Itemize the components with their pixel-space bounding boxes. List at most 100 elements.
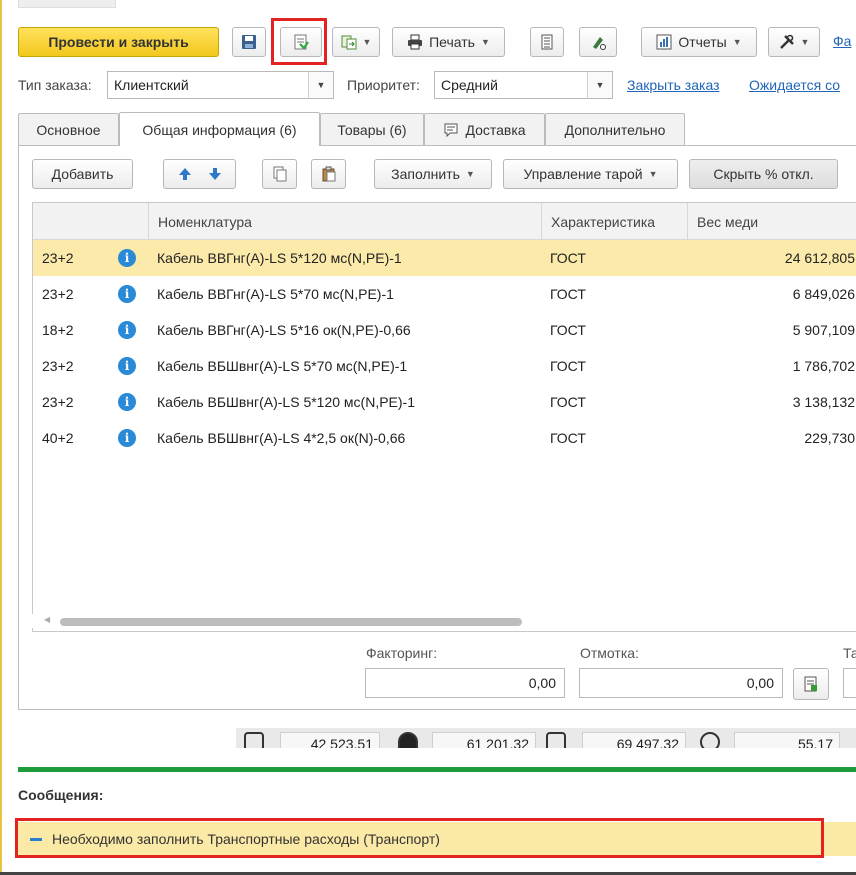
table-row[interactable]: 23+2 i Кабель ВБШвнг(А)-LS 5*120 мс(N,PE)-… xyxy=(33,384,856,420)
unwind-label: Отмотка: xyxy=(580,645,639,661)
sign-button[interactable] xyxy=(579,27,617,57)
pen-sign-icon xyxy=(593,37,606,50)
files-link[interactable]: Фа xyxy=(833,33,851,49)
scroll-left-icon[interactable]: ◀ xyxy=(44,615,50,624)
third-field[interactable] xyxy=(843,668,856,698)
cell-characteristic[interactable]: ГОСТ xyxy=(541,276,687,312)
cell-copper-weight[interactable]: 1 786,702 xyxy=(687,348,856,384)
chat-bubble-icon xyxy=(444,123,458,137)
table-row[interactable]: 23+2 i Кабель ВБШвнг(А)-LS 5*70 мс(N,PE)-1… xyxy=(33,348,856,384)
cell-nomenclature[interactable]: Кабель ВБШвнг(А)-LS 5*70 мс(N,PE)-1 xyxy=(148,348,541,384)
col-icon-header[interactable] xyxy=(107,203,148,240)
expected-link[interactable]: Ожидается со xyxy=(749,77,840,93)
cell-characteristic[interactable]: ГОСТ xyxy=(541,240,687,276)
add-row-button[interactable]: Добавить xyxy=(32,159,133,189)
horizontal-scrollbar[interactable]: ◀ xyxy=(32,614,856,628)
cell-code[interactable]: 23+2 xyxy=(33,240,107,276)
cell-characteristic-text: ГОСТ xyxy=(550,286,586,302)
cell-code[interactable]: 23+2 xyxy=(33,384,107,420)
unwind-select-button[interactable] xyxy=(793,668,829,700)
print-button[interactable]: Печать ▼ xyxy=(392,27,505,57)
post-and-close-button[interactable]: Провести и закрыть xyxy=(18,27,219,57)
cell-info[interactable]: i xyxy=(107,312,148,348)
messages-divider xyxy=(18,767,856,772)
scrollbar-thumb[interactable] xyxy=(60,618,522,626)
fill-button[interactable]: Заполнить ▼ xyxy=(374,159,492,189)
cell-nomenclature-text: Кабель ВБШвнг(А)-LS 5*70 мс(N,PE)-1 xyxy=(157,358,408,374)
cell-copper-weight[interactable]: 6 849,026 xyxy=(687,276,856,312)
info-icon[interactable]: i xyxy=(118,285,136,303)
save-button[interactable] xyxy=(232,27,266,57)
total-box-1: 42 523,51 xyxy=(280,732,380,748)
cell-info[interactable]: i xyxy=(107,276,148,312)
table-row[interactable]: 40+2 i Кабель ВБШвнг(А)-LS 4*2,5 ок(N)-0,6… xyxy=(33,420,856,456)
table-row[interactable]: 23+2 i Кабель ВВГнг(А)-LS 5*120 мс(N,PE)-1… xyxy=(33,240,856,276)
cell-characteristic-text: ГОСТ xyxy=(550,394,586,410)
cell-code[interactable]: 23+2 xyxy=(33,348,107,384)
post-and-close-label: Провести и закрыть xyxy=(48,34,189,50)
tools-button[interactable]: ▼ xyxy=(768,27,820,57)
cell-info[interactable]: i xyxy=(107,420,148,456)
cell-characteristic[interactable]: ГОСТ xyxy=(541,420,687,456)
unwind-field[interactable]: 0,00 xyxy=(579,668,783,698)
col-copper-weight-header[interactable]: Вес меди xyxy=(687,203,856,240)
move-buttons[interactable] xyxy=(163,159,236,189)
factoring-field[interactable]: 0,00 xyxy=(365,668,565,698)
col-code-header[interactable] xyxy=(33,203,107,240)
chevron-down-icon: ▼ xyxy=(480,37,490,47)
cell-code[interactable]: 40+2 xyxy=(33,420,107,456)
cell-characteristic[interactable]: ГОСТ xyxy=(541,384,687,420)
cell-info[interactable]: i xyxy=(107,384,148,420)
cell-copper-weight-text: 24 612,805 xyxy=(784,250,855,266)
col-nomenclature-header[interactable]: Номенклатура xyxy=(148,203,541,240)
order-type-dropdown[interactable]: ▼ xyxy=(308,71,334,99)
cell-copper-weight[interactable]: 3 138,132 xyxy=(687,384,856,420)
info-icon[interactable]: i xyxy=(118,393,136,411)
column-label: Номенклатура xyxy=(158,213,252,230)
cell-info[interactable]: i xyxy=(107,348,148,384)
create-based-on-icon xyxy=(341,35,357,50)
create-based-on-button[interactable]: ▼ xyxy=(332,27,380,57)
order-type-field[interactable]: Клиентский xyxy=(107,71,309,99)
tab-goods[interactable]: Товары (6) xyxy=(320,113,424,145)
cell-characteristic[interactable]: ГОСТ xyxy=(541,348,687,384)
arrow-up-icon[interactable] xyxy=(177,166,193,182)
table-row[interactable]: 18+2 i Кабель ВВГнг(А)-LS 5*16 ок(N,PE)-0,… xyxy=(33,312,856,348)
chevron-down-icon: ▼ xyxy=(732,37,742,47)
tab-delivery[interactable]: Доставка xyxy=(424,113,545,145)
priority-dropdown[interactable]: ▼ xyxy=(587,71,613,99)
tab-general-info[interactable]: Общая информация (6) xyxy=(119,112,320,146)
cell-code[interactable]: 23+2 xyxy=(33,276,107,312)
info-icon[interactable]: i xyxy=(118,249,136,267)
cell-nomenclature[interactable]: Кабель ВВГнг(А)-LS 5*120 мс(N,PE)-1 xyxy=(148,240,541,276)
cell-copper-weight[interactable]: 5 907,109 xyxy=(687,312,856,348)
messages-title: Сообщения: xyxy=(18,787,104,803)
col-characteristic-header[interactable]: Характеристика xyxy=(541,203,687,240)
info-icon[interactable]: i xyxy=(118,357,136,375)
info-icon[interactable]: i xyxy=(118,429,136,447)
arrow-down-icon[interactable] xyxy=(207,166,223,182)
info-icon[interactable]: i xyxy=(118,321,136,339)
tab-additional[interactable]: Дополнительно xyxy=(545,113,685,145)
cell-info[interactable]: i xyxy=(107,240,148,276)
cell-nomenclature[interactable]: Кабель ВВГнг(А)-LS 5*70 мс(N,PE)-1 xyxy=(148,276,541,312)
cell-characteristic[interactable]: ГОСТ xyxy=(541,312,687,348)
cell-nomenclature[interactable]: Кабель ВБШвнг(А)-LS 4*2,5 ок(N)-0,66 xyxy=(148,420,541,456)
tab-main[interactable]: Основное xyxy=(18,113,119,145)
paste-button[interactable] xyxy=(311,159,346,189)
cell-code[interactable]: 18+2 xyxy=(33,312,107,348)
priority-field[interactable]: Средний xyxy=(434,71,588,99)
packaging-button[interactable]: Управление тарой ▼ xyxy=(503,159,678,189)
message-highlight xyxy=(15,818,824,858)
cell-copper-weight[interactable]: 229,730 xyxy=(687,420,856,456)
document-structure-button[interactable] xyxy=(530,27,564,57)
goods-table[interactable]: Номенклатура Характеристика Вес меди 23+… xyxy=(32,202,856,632)
copy-button[interactable] xyxy=(262,159,297,189)
cell-nomenclature[interactable]: Кабель ВВГнг(А)-LS 5*16 ок(N,PE)-0,66 xyxy=(148,312,541,348)
cell-nomenclature[interactable]: Кабель ВБШвнг(А)-LS 5*120 мс(N,PE)-1 xyxy=(148,384,541,420)
cell-copper-weight[interactable]: 24 612,805 xyxy=(687,240,856,276)
hide-deviation-button[interactable]: Скрыть % откл. xyxy=(689,159,838,189)
table-row[interactable]: 23+2 i Кабель ВВГнг(А)-LS 5*70 мс(N,PE)-1 Г… xyxy=(33,276,856,312)
reports-button[interactable]: Отчеты ▼ xyxy=(641,27,757,57)
close-order-link[interactable]: Закрыть заказ xyxy=(627,77,720,93)
